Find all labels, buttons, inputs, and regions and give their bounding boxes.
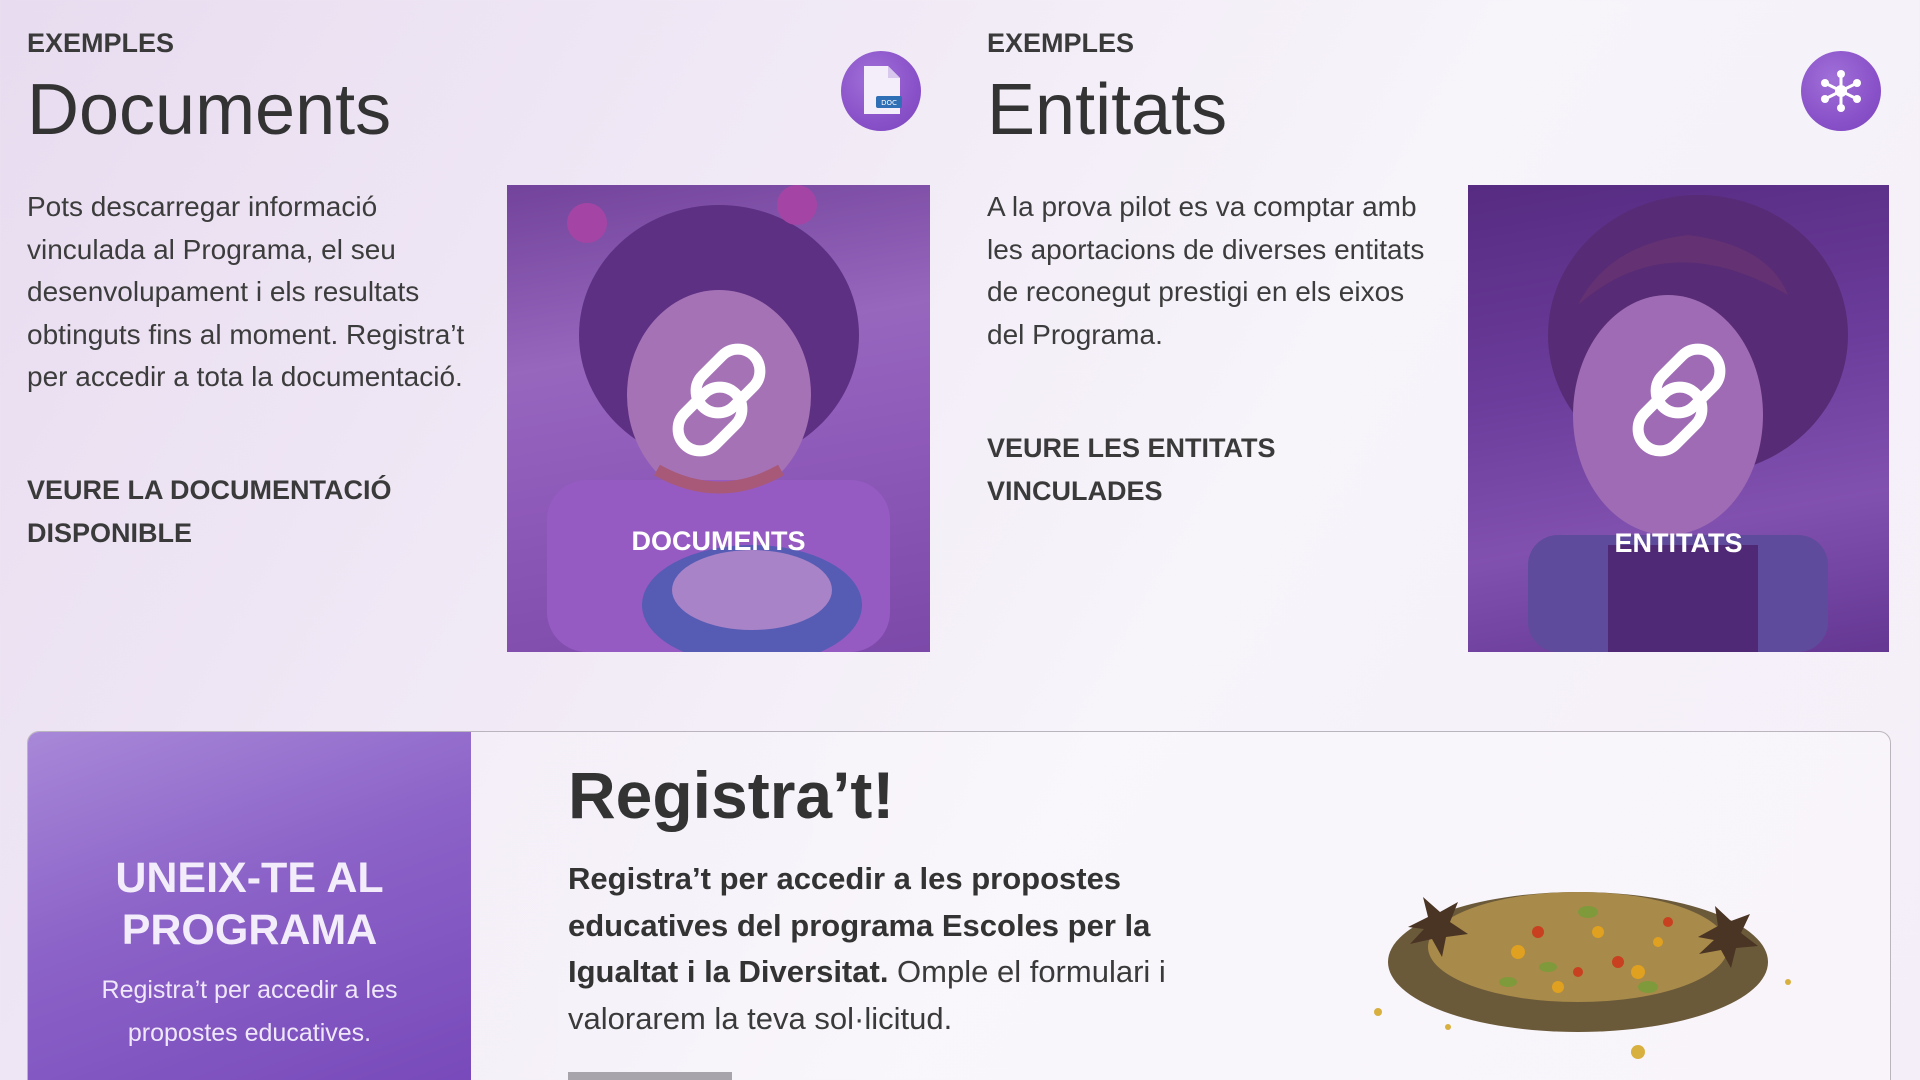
network-icon (1801, 51, 1881, 131)
view-documents-link-line2: DISPONIBLE (27, 517, 193, 548)
join-title-line2: PROGRAMA (121, 906, 378, 954)
entities-card-label: ENTITATS (1614, 528, 1743, 558)
link-icon (1632, 343, 1725, 457)
view-entities-link-line2: VINCULADES (987, 475, 1163, 506)
view-documents-link[interactable]: VEURE LA DOCUMENTACIÓ DISPONIBLE (27, 469, 392, 554)
register-title: Registra’t! (568, 758, 895, 832)
documents-title: Documents (27, 70, 392, 150)
join-subtitle-line1: Registra’t per accedir a les (101, 976, 398, 1004)
join-subtitle-line2: propostes educatives. (127, 1019, 372, 1047)
view-entities-link[interactable]: VEURE LES ENTITATS VINCULADES (987, 427, 1276, 512)
join-title-line1: UNEIX-TE AL (115, 854, 384, 902)
join-program-panel[interactable]: UNEIX-TE AL PROGRAMA Registra’t per acce… (28, 732, 471, 1080)
spices-image (1374, 892, 1791, 1059)
entities-title: Entitats (987, 70, 1228, 150)
join-program-subtitle: Registra’t per accedir a les propostes e… (28, 969, 471, 1055)
register-section: UNEIX-TE AL PROGRAMA Registra’t per acce… (27, 731, 1891, 1080)
documents-card-label: DOCUMENTS (631, 526, 806, 556)
entities-eyebrow: EXEMPLES (987, 28, 1135, 58)
view-documents-link-line1: VEURE LA DOCUMENTACIÓ (27, 475, 392, 505)
documents-card[interactable]: DOCUMENTS (507, 185, 930, 652)
doc-file-icon: DOC (841, 51, 921, 131)
link-icon (672, 343, 765, 457)
svg-text:DOC: DOC (881, 99, 897, 107)
view-entities-link-line1: VEURE LES ENTITATS (987, 433, 1276, 463)
entities-card[interactable]: ENTITATS (1468, 185, 1889, 652)
documents-eyebrow: EXEMPLES (27, 28, 175, 58)
join-program-title: UNEIX-TE AL PROGRAMA (28, 852, 471, 956)
register-description: Registra’t per accedir a les propostes e… (568, 856, 1248, 1042)
register-button[interactable] (568, 1072, 732, 1080)
documents-description: Pots descarregar informació vinculada al… (27, 191, 465, 392)
entities-description: A la prova pilot es va comptar amb les a… (987, 191, 1425, 350)
